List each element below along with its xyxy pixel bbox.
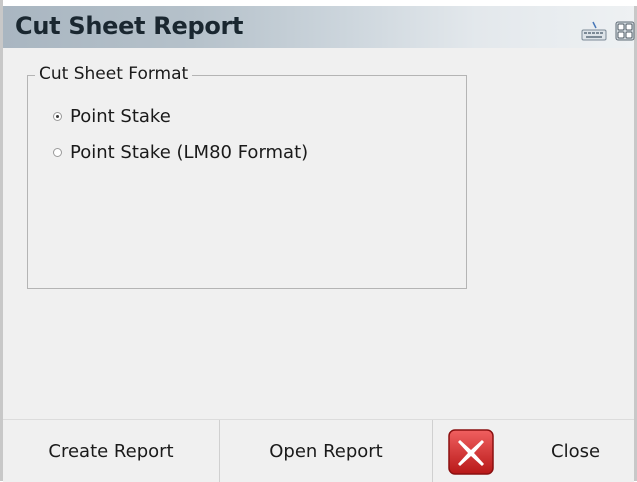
close-button[interactable]: Close bbox=[433, 420, 634, 482]
close-x-icon bbox=[448, 429, 494, 475]
radio-point-stake[interactable]: Point Stake bbox=[53, 104, 171, 128]
create-report-label: Create Report bbox=[48, 440, 174, 462]
cut-sheet-report-window: Cut Sheet Report Cut Sheet Format Point … bbox=[0, 0, 637, 482]
radio-button-point-stake-lm80[interactable] bbox=[53, 147, 62, 157]
radio-button-point-stake[interactable] bbox=[53, 111, 62, 121]
close-label: Close bbox=[551, 440, 601, 462]
open-report-label: Open Report bbox=[269, 440, 383, 462]
open-report-button[interactable]: Open Report bbox=[220, 420, 433, 482]
cut-sheet-format-legend: Cut Sheet Format bbox=[35, 64, 193, 84]
create-report-button[interactable]: Create Report bbox=[3, 420, 220, 482]
keyboard-icon[interactable] bbox=[580, 20, 608, 42]
radio-label-point-stake-lm80: Point Stake (LM80 Format) bbox=[70, 141, 309, 163]
window-title: Cut Sheet Report bbox=[15, 12, 244, 40]
bottom-button-bar: Create Report Open Report Close bbox=[3, 419, 634, 482]
radio-point-stake-lm80[interactable]: Point Stake (LM80 Format) bbox=[53, 140, 308, 164]
titlebar: Cut Sheet Report bbox=[3, 6, 635, 48]
layout-icon[interactable] bbox=[615, 20, 635, 42]
radio-label-point-stake: Point Stake bbox=[70, 105, 171, 127]
